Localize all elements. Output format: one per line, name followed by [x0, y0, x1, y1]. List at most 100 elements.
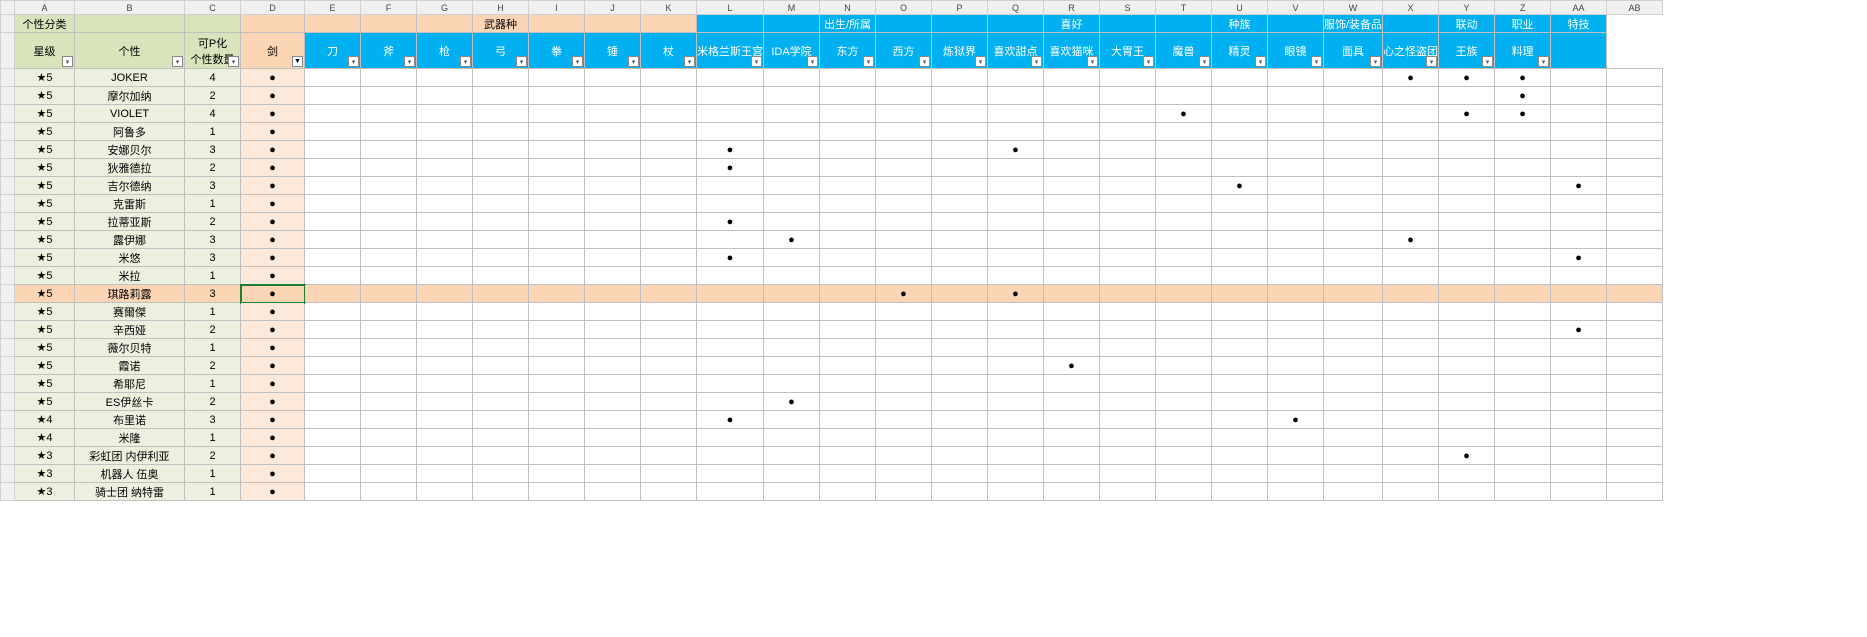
data-cell[interactable] [1383, 213, 1439, 231]
data-cell[interactable] [641, 69, 697, 87]
data-cell[interactable] [1439, 321, 1495, 339]
cell-name[interactable]: 赛爾傑 [75, 303, 185, 321]
data-cell[interactable] [1268, 267, 1324, 285]
data-cell[interactable] [820, 87, 876, 105]
data-cell[interactable]: ● [241, 465, 305, 483]
data-cell[interactable]: ● [241, 249, 305, 267]
data-cell[interactable] [585, 339, 641, 357]
row-num[interactable] [1, 231, 15, 249]
data-cell[interactable] [820, 141, 876, 159]
data-cell[interactable] [876, 177, 932, 195]
data-cell[interactable] [1156, 123, 1212, 141]
data-cell[interactable]: ● [241, 267, 305, 285]
cell-star[interactable]: ★5 [15, 231, 75, 249]
data-cell[interactable] [1551, 123, 1607, 141]
data-cell[interactable]: ● [1439, 447, 1495, 465]
data-cell[interactable] [361, 447, 417, 465]
data-cell[interactable] [764, 249, 820, 267]
cell-pcount[interactable]: 4 [185, 105, 241, 123]
data-cell[interactable] [764, 87, 820, 105]
data-cell[interactable] [1156, 69, 1212, 87]
data-cell[interactable] [764, 465, 820, 483]
data-cell[interactable] [932, 465, 988, 483]
col-letter[interactable]: Z [1495, 1, 1551, 15]
col-letter[interactable]: U [1212, 1, 1268, 15]
data-cell[interactable] [585, 123, 641, 141]
data-cell[interactable] [641, 465, 697, 483]
data-cell[interactable] [1607, 321, 1663, 339]
row-num[interactable] [1, 141, 15, 159]
data-cell[interactable] [641, 267, 697, 285]
data-cell[interactable]: ● [241, 447, 305, 465]
cell-pcount[interactable]: 1 [185, 303, 241, 321]
cell-name[interactable]: 骑士团 纳特雷 [75, 483, 185, 501]
data-cell[interactable] [820, 303, 876, 321]
data-cell[interactable] [641, 231, 697, 249]
data-cell[interactable] [529, 105, 585, 123]
data-cell[interactable] [1212, 321, 1268, 339]
cell-star[interactable]: ★5 [15, 213, 75, 231]
data-cell[interactable] [1100, 177, 1156, 195]
row-num[interactable] [1, 69, 15, 87]
data-cell[interactable]: ● [1495, 105, 1551, 123]
data-cell[interactable] [585, 105, 641, 123]
data-cell[interactable] [361, 303, 417, 321]
data-cell[interactable] [1324, 375, 1383, 393]
col-letter[interactable]: W [1324, 1, 1383, 15]
cell-name[interactable]: 克雷斯 [75, 195, 185, 213]
filter-icon[interactable]: ▾ [62, 56, 73, 67]
row-num[interactable] [1, 285, 15, 303]
data-cell[interactable] [1551, 375, 1607, 393]
data-cell[interactable] [876, 339, 932, 357]
data-cell[interactable] [820, 321, 876, 339]
filter-icon[interactable]: ▾ [1370, 56, 1381, 67]
col-letter[interactable]: M [764, 1, 820, 15]
row-num[interactable] [1, 483, 15, 501]
data-cell[interactable] [1495, 123, 1551, 141]
filter-icon[interactable]: ▾ [1311, 56, 1322, 67]
data-cell[interactable] [1324, 429, 1383, 447]
data-cell[interactable] [1551, 141, 1607, 159]
data-cell[interactable] [473, 195, 529, 213]
data-cell[interactable] [417, 105, 473, 123]
cell-pcount[interactable]: 2 [185, 447, 241, 465]
cell-star[interactable]: ★5 [15, 375, 75, 393]
data-cell[interactable] [1324, 123, 1383, 141]
data-cell[interactable] [417, 267, 473, 285]
data-cell[interactable] [1044, 447, 1100, 465]
cell-star[interactable]: ★5 [15, 87, 75, 105]
data-cell[interactable] [1607, 465, 1663, 483]
data-cell[interactable] [1268, 123, 1324, 141]
data-cell[interactable] [820, 177, 876, 195]
data-cell[interactable] [529, 69, 585, 87]
data-cell[interactable] [1383, 159, 1439, 177]
data-cell[interactable] [1324, 357, 1383, 375]
filter-icon[interactable]: ▾ [228, 56, 239, 67]
col-letter[interactable]: H [473, 1, 529, 15]
data-cell[interactable] [1268, 357, 1324, 375]
row-num[interactable] [1, 177, 15, 195]
data-cell[interactable] [1495, 213, 1551, 231]
cell-star[interactable]: ★5 [15, 267, 75, 285]
data-cell[interactable] [305, 393, 361, 411]
data-cell[interactable] [529, 483, 585, 501]
data-cell[interactable] [988, 105, 1044, 123]
col-letter[interactable]: A [15, 1, 75, 15]
filter-icon[interactable]: ▾ [1426, 56, 1437, 67]
filter-icon[interactable]: ▾ [1538, 56, 1549, 67]
data-cell[interactable] [697, 231, 764, 249]
filter-icon[interactable]: ▾ [807, 56, 818, 67]
data-cell[interactable] [473, 375, 529, 393]
data-cell[interactable] [585, 267, 641, 285]
cell-pcount[interactable]: 2 [185, 87, 241, 105]
data-cell[interactable] [1551, 429, 1607, 447]
data-cell[interactable] [1212, 393, 1268, 411]
data-cell[interactable] [988, 429, 1044, 447]
data-cell[interactable] [641, 483, 697, 501]
col-letter[interactable]: G [417, 1, 473, 15]
data-cell[interactable] [1607, 375, 1663, 393]
data-cell[interactable] [1324, 393, 1383, 411]
col-header[interactable]: 喜欢甜点▾ [988, 33, 1044, 69]
data-cell[interactable] [305, 447, 361, 465]
data-cell[interactable] [1607, 159, 1663, 177]
